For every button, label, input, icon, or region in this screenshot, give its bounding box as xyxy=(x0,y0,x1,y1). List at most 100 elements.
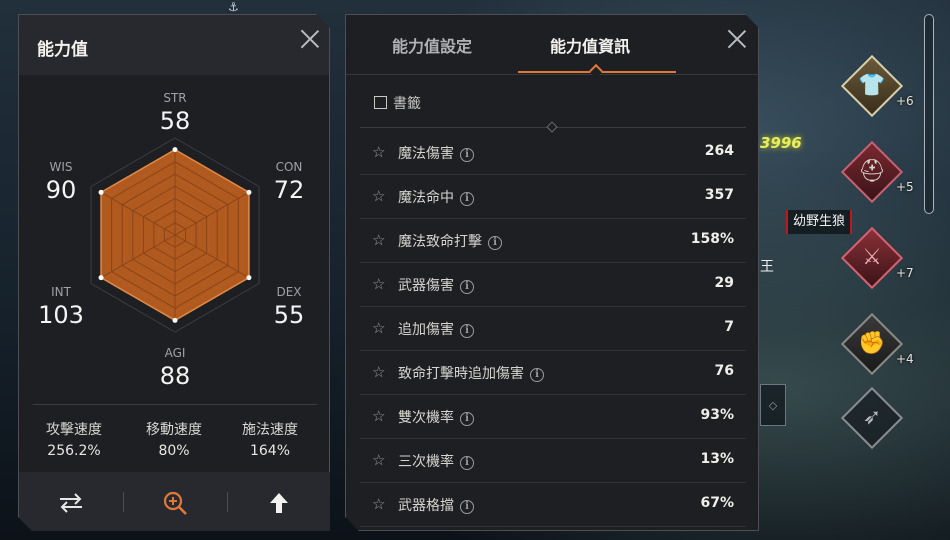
star-icon[interactable]: ☆ xyxy=(372,275,385,293)
list-item: ☆ 致命打擊時追加傷害 i 76 xyxy=(360,351,746,395)
sword-icon: ⚔ xyxy=(862,245,882,270)
stat-name: 追加傷害 xyxy=(398,322,454,338)
stat-value-str: 58 xyxy=(159,107,191,135)
stat-label-wis: WIS xyxy=(49,160,73,174)
star-icon[interactable]: ☆ xyxy=(372,451,385,469)
star-icon[interactable]: ☆ xyxy=(372,143,385,161)
equip-slot-quiver[interactable]: ➶ xyxy=(840,386,904,450)
checkbox-icon xyxy=(374,96,387,109)
stat-name: 武器格擋 xyxy=(398,498,454,514)
list-item: ☆ 雙次機率 i 93% xyxy=(360,395,746,439)
stat-value: 76 xyxy=(714,363,734,379)
radar-vertex-dot xyxy=(246,190,251,195)
stat-label-agi: AGI xyxy=(164,346,186,360)
stat-info-list: ☆ 魔法傷害 i 264 ☆ 魔法命中 i 357 ☆ 魔法致命打擊 i 158% ☆… xyxy=(360,131,746,527)
bookmark-checkbox[interactable]: 書籤 xyxy=(374,93,421,113)
stats-panel: 能力值 STR 58 CON 72 DEX 55 AGI 88 INT 103 … xyxy=(18,14,330,531)
star-icon[interactable]: ☆ xyxy=(372,187,385,205)
divider xyxy=(123,492,124,512)
info-icon[interactable]: i xyxy=(530,368,544,382)
edge-scrollbar[interactable] xyxy=(924,14,934,214)
radar-vertex-dot xyxy=(99,190,104,195)
stat-label-con: CON xyxy=(275,160,303,174)
list-item: ☆ 魔法致命打擊 i 158% xyxy=(360,219,746,263)
info-icon[interactable]: i xyxy=(460,280,474,294)
attack-speed: 攻擊速度 256.2% xyxy=(29,419,119,459)
speed-value: 256.2% xyxy=(47,443,101,459)
quiver-icon: ➶ xyxy=(862,405,882,430)
panel-title: 能力值 xyxy=(37,40,88,60)
partial-nameplate: 王 xyxy=(760,259,774,275)
info-icon[interactable]: i xyxy=(488,236,502,250)
info-icon[interactable]: i xyxy=(460,412,474,426)
close-icon[interactable] xyxy=(726,28,748,50)
tab-stat-info[interactable]: 能力值資訊 xyxy=(550,33,630,57)
speed-label: 攻擊速度 xyxy=(46,422,102,438)
tab-bar: 能力值設定 能力值資訊 xyxy=(346,15,760,75)
stat-label-str: STR xyxy=(163,91,187,105)
stat-radar-chart: STR 58 CON 72 DEX 55 AGI 88 INT 103 WIS … xyxy=(19,75,331,410)
star-icon[interactable]: ☆ xyxy=(372,363,385,381)
helmet-icon: ⛑ xyxy=(858,159,886,184)
stat-value: 158% xyxy=(690,231,734,247)
stat-value-dex: 55 xyxy=(273,301,305,329)
radar-vertex-dot xyxy=(246,275,251,280)
stat-value-wis: 90 xyxy=(45,176,77,204)
stat-name: 魔法傷害 xyxy=(398,146,454,162)
anchor-icon: ⚓ xyxy=(228,0,239,14)
star-icon[interactable]: ☆ xyxy=(372,231,385,249)
level-up-button[interactable] xyxy=(229,472,329,532)
stat-name: 致命打擊時追加傷害 xyxy=(398,366,524,382)
equip-slot-gloves[interactable]: ✊ +4 xyxy=(840,312,914,376)
enchant-level: +5 xyxy=(896,180,914,194)
star-icon[interactable]: ☆ xyxy=(372,319,385,337)
enchant-level: +4 xyxy=(896,352,914,366)
enchant-level: +6 xyxy=(896,94,914,108)
cast-speed: 施法速度 164% xyxy=(225,419,315,459)
zoom-button[interactable] xyxy=(125,472,225,532)
bookmark-label: 書籤 xyxy=(393,96,421,112)
zoom-in-icon xyxy=(162,490,188,516)
caret-up-icon xyxy=(589,64,603,78)
speed-value: 164% xyxy=(249,443,291,459)
tab-stat-settings[interactable]: 能力值設定 xyxy=(392,33,472,57)
equip-slot-helmet[interactable]: ⛑ +5 xyxy=(840,140,914,204)
info-icon[interactable]: i xyxy=(460,324,474,338)
stat-value: 13% xyxy=(700,451,734,467)
speed-label: 移動速度 xyxy=(146,422,202,438)
info-icon[interactable]: i xyxy=(460,148,474,162)
info-icon[interactable]: i xyxy=(460,500,474,514)
divider xyxy=(33,404,317,405)
stat-value-int: 103 xyxy=(38,301,84,329)
radar-vertex-dot xyxy=(99,275,104,280)
damage-number: 3996 xyxy=(760,134,802,152)
stat-name: 魔法命中 xyxy=(398,190,454,206)
swap-button[interactable] xyxy=(21,472,121,532)
equip-slot-armor[interactable]: 👕 +6 xyxy=(840,54,914,118)
robe-icon: 👕 xyxy=(858,73,886,98)
stat-name: 魔法致命打擊 xyxy=(398,234,482,250)
mob-nameplate[interactable]: 幼野生狼 xyxy=(786,210,852,234)
radar-vertex-dot xyxy=(173,147,178,152)
stat-value: 93% xyxy=(700,407,734,423)
stat-label-dex: DEX xyxy=(276,285,302,299)
divider xyxy=(346,74,760,75)
stat-name: 三次機率 xyxy=(398,454,454,470)
list-item: ☆ 武器傷害 i 29 xyxy=(360,263,746,307)
stat-name: 雙次機率 xyxy=(398,410,454,426)
stats-panel-footer xyxy=(19,472,331,532)
list-item: ☆ 魔法命中 i 357 xyxy=(360,175,746,219)
up-arrow-icon xyxy=(268,491,290,515)
gauntlet-icon: ✊ xyxy=(858,331,886,356)
info-icon[interactable]: i xyxy=(460,192,474,206)
info-icon[interactable]: i xyxy=(460,456,474,470)
list-item: ☆ 武器格擋 i 67% xyxy=(360,483,746,527)
star-icon[interactable]: ☆ xyxy=(372,407,385,425)
stats-panel-header: 能力值 xyxy=(19,15,329,75)
stat-value: 264 xyxy=(704,143,734,159)
close-icon[interactable] xyxy=(299,28,321,50)
stat-value-agi: 88 xyxy=(159,362,191,390)
radar-vertex-dot xyxy=(173,318,178,323)
equip-slot-weapon[interactable]: ⚔ +7 xyxy=(840,226,914,290)
star-icon[interactable]: ☆ xyxy=(372,495,385,513)
